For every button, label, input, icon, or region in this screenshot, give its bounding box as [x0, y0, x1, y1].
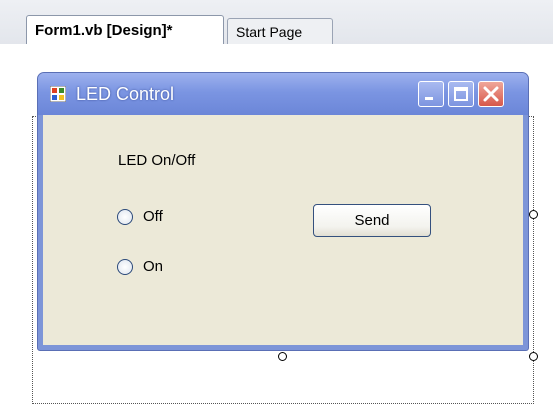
send-button[interactable]: Send [313, 204, 431, 237]
resize-handle-bottom[interactable] [278, 352, 287, 361]
resize-handle-bottom-right[interactable] [529, 352, 538, 361]
form-app-icon [49, 85, 67, 103]
radio-on-label[interactable]: On [143, 258, 163, 275]
minimize-icon[interactable] [418, 81, 444, 107]
radio-off-label[interactable]: Off [143, 208, 163, 225]
form-titlebar: LED Control [38, 73, 528, 115]
form-client-area: LED On/Off Off On Send [43, 115, 523, 345]
form-window[interactable]: LED Control LED On/Off Off On Send [37, 72, 529, 351]
resize-handle-right[interactable] [529, 210, 538, 219]
form-title: LED Control [76, 84, 175, 104]
tab-start-page[interactable]: Start Page [227, 18, 333, 45]
maximize-icon[interactable] [448, 81, 474, 107]
close-icon[interactable] [478, 81, 504, 107]
radio-on[interactable] [117, 259, 133, 275]
document-tab-strip: Form1.vb [Design]* Start Page [0, 0, 553, 45]
designer-surface: LED Control LED On/Off Off On Send [0, 44, 553, 404]
tab-form1-design[interactable]: Form1.vb [Design]* [26, 15, 224, 45]
led-group-label: LED On/Off [118, 152, 196, 169]
radio-off[interactable] [117, 209, 133, 225]
